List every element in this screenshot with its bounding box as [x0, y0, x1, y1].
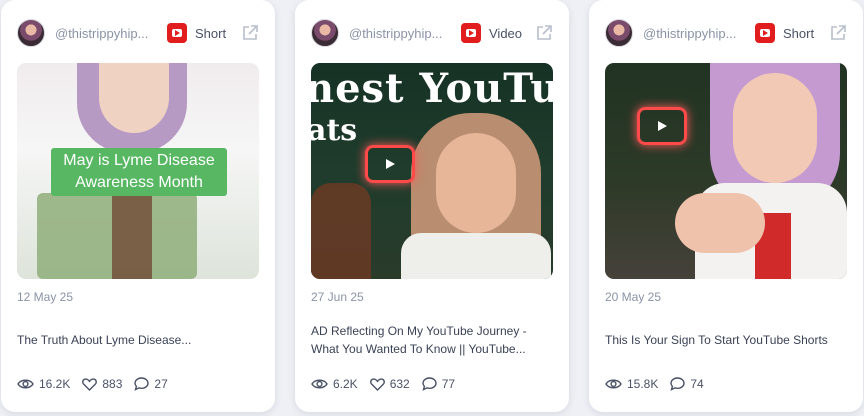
- external-link-icon[interactable]: [535, 24, 553, 42]
- youtube-logo-icon: [755, 23, 775, 43]
- external-link-icon[interactable]: [241, 24, 259, 42]
- comments-stat: 74: [670, 377, 704, 391]
- heart-icon: [369, 377, 385, 391]
- content-type-label: Video: [489, 25, 523, 41]
- eye-icon: [605, 379, 622, 389]
- stats-row: 6.2K 632 77: [311, 377, 467, 391]
- play-icon: [365, 145, 415, 183]
- video-title[interactable]: The Truth About Lyme Disease...: [17, 331, 259, 349]
- thumbnail-caption: May is Lyme Disease Awareness Month: [51, 148, 227, 196]
- video-thumbnail[interactable]: nest YouTu ats: [311, 63, 553, 279]
- content-type-label: Short: [195, 25, 227, 41]
- video-thumbnail[interactable]: May is Lyme Disease Awareness Month: [17, 63, 259, 279]
- card-header: @thistrippyhip... Video: [311, 18, 553, 48]
- comment-icon: [422, 377, 437, 391]
- content-card[interactable]: @thistrippyhip... Video nest YouTu ats 2…: [295, 0, 569, 412]
- video-title[interactable]: AD Reflecting On My YouTube Journey - Wh…: [311, 322, 553, 358]
- channel-handle[interactable]: @thistrippyhip...: [55, 26, 161, 41]
- stats-row: 16.2K 883 27: [17, 377, 180, 391]
- video-title[interactable]: This Is Your Sign To Start YouTube Short…: [605, 331, 847, 349]
- stats-row: 15.8K 74: [605, 377, 716, 391]
- heart-icon: [82, 377, 98, 391]
- likes-stat: 883: [82, 377, 122, 391]
- youtube-logo-icon: [461, 23, 481, 43]
- video-thumbnail[interactable]: [605, 63, 847, 279]
- views-stat: 6.2K: [311, 377, 358, 391]
- thumbnail-overlay-text: nest YouTu: [311, 65, 553, 112]
- content-type-label: Short: [783, 25, 815, 41]
- play-icon: [637, 107, 687, 145]
- publish-date: 27 Jun 25: [311, 290, 364, 304]
- youtube-logo-icon: [167, 23, 187, 43]
- channel-handle[interactable]: @thistrippyhip...: [643, 26, 749, 41]
- likes-stat: 632: [369, 377, 410, 391]
- card-header: @thistrippyhip... Short: [17, 18, 259, 48]
- comments-stat: 27: [134, 377, 168, 391]
- views-stat: 15.8K: [605, 377, 658, 391]
- avatar: [605, 19, 633, 47]
- channel-handle[interactable]: @thistrippyhip...: [349, 26, 455, 41]
- views-stat: 16.2K: [17, 377, 70, 391]
- publish-date: 12 May 25: [17, 290, 74, 304]
- avatar: [311, 19, 339, 47]
- content-card[interactable]: @thistrippyhip... Short 20 May 25 This I…: [589, 0, 863, 412]
- comments-stat: 77: [422, 377, 455, 391]
- publish-date: 20 May 25: [605, 290, 662, 304]
- thumbnail-overlay-text: ats: [311, 113, 358, 148]
- eye-icon: [311, 379, 328, 389]
- comment-icon: [134, 377, 150, 391]
- eye-icon: [17, 379, 34, 389]
- external-link-icon[interactable]: [829, 24, 847, 42]
- content-card[interactable]: @thistrippyhip... Short May is Lyme Dise…: [1, 0, 275, 412]
- comment-icon: [670, 377, 686, 391]
- avatar: [17, 19, 45, 47]
- card-header: @thistrippyhip... Short: [605, 18, 847, 48]
